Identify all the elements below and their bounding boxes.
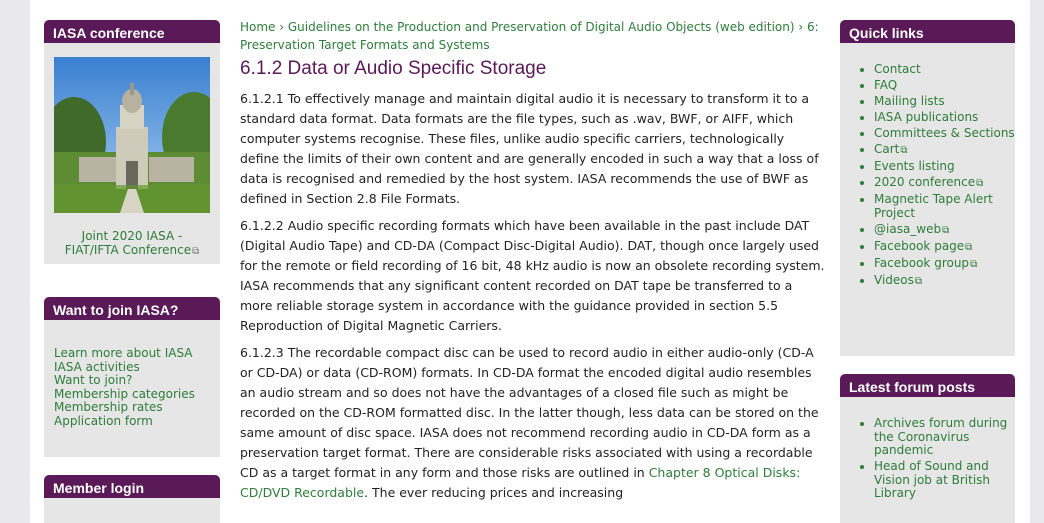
paragraph-tail: . The ever reducing prices and increasin… — [364, 485, 624, 500]
forum-block: Latest forum posts Archives forum during… — [840, 374, 1015, 523]
conference-block: IASA conference Joint 2020 IASA - FIAT/I… — [44, 20, 220, 264]
join-link-activities[interactable]: IASA activities — [54, 360, 210, 375]
external-link-icon: ⧉ — [192, 246, 200, 257]
quick-link-label[interactable]: Facebook page — [874, 239, 964, 253]
breadcrumb-line1[interactable]: Home › Guidelines on the Production and … — [240, 18, 825, 36]
building-photo-icon — [54, 57, 210, 213]
conference-photo[interactable] — [54, 57, 210, 213]
quick-link-item[interactable]: IASA publications — [874, 110, 1015, 125]
forum-post-item[interactable]: Archives forum during the Coronavirus pa… — [874, 416, 1015, 458]
join-link-want[interactable]: Want to join? — [54, 373, 210, 388]
quick-link-item[interactable]: Facebook group⧉ — [874, 256, 1015, 272]
quick-link-label[interactable]: Committees & Sections — [874, 126, 1015, 140]
quick-link-label[interactable]: Events listing — [874, 159, 955, 173]
join-links: Learn more about IASA IASA activities Wa… — [44, 320, 220, 428]
forum-post-link[interactable]: Head of Sound and Vision job at British … — [874, 459, 990, 500]
external-link-icon: ⧉ — [942, 224, 950, 236]
quick-link-label[interactable]: Facebook group — [874, 256, 969, 270]
external-link-icon: ⧉ — [976, 178, 984, 189]
quick-link-item[interactable]: Magnetic Tape Alert Project — [874, 192, 1015, 220]
login-block: Member login — [44, 475, 220, 523]
join-link-rates[interactable]: Membership rates — [54, 400, 210, 415]
quick-link-item[interactable]: Events listing — [874, 159, 1015, 174]
quick-links-block: Quick links Contact FAQ Mailing lists IASA … — [840, 20, 1015, 356]
quick-link-label[interactable]: Cart — [874, 142, 899, 156]
login-block-title: Member login — [44, 475, 220, 498]
main-content: Home › Guidelines on the Production and … — [240, 0, 825, 510]
breadcrumb-line2[interactable]: Preservation Target Formats and Systems — [240, 36, 825, 54]
quick-link-label[interactable]: Magnetic Tape Alert Project — [874, 192, 993, 220]
quick-link-item[interactable]: Mailing lists — [874, 94, 1015, 109]
conference-caption[interactable]: Joint 2020 IASA - FIAT/IFTA Conference⧉ — [44, 229, 220, 259]
paragraph-text: 6.1.2.3 The recordable compact disc can … — [240, 345, 819, 480]
forum-post-item[interactable]: Head of Sound and Vision job at British … — [874, 459, 1015, 501]
join-block: Want to join IASA? Learn more about IASA… — [44, 297, 220, 457]
join-block-title: Want to join IASA? — [44, 297, 220, 320]
paragraph-6-1-2-1: 6.1.2.1 To effectively manage and mainta… — [240, 91, 819, 206]
forum-post-link[interactable]: Archives forum during the Coronavirus pa… — [874, 416, 1007, 457]
caption-line2[interactable]: FIAT/IFTA Conference — [65, 243, 191, 257]
quick-link-label[interactable]: IASA publications — [874, 110, 978, 124]
quick-link-label[interactable]: @iasa_web — [874, 222, 941, 236]
quick-link-label[interactable]: Mailing lists — [874, 94, 945, 108]
page-title: 6.1.2 Data or Audio Specific Storage — [240, 58, 547, 79]
forum-block-title: Latest forum posts — [840, 374, 1015, 397]
quick-link-item[interactable]: Videos⧉ — [874, 273, 1015, 289]
join-link-categories[interactable]: Membership categories — [54, 387, 210, 402]
quick-link-label[interactable]: FAQ — [874, 78, 897, 92]
quick-link-item[interactable]: Facebook page⧉ — [874, 239, 1015, 255]
conference-block-title: IASA conference — [44, 20, 220, 43]
quick-link-item[interactable]: 2020 conference⧉ — [874, 175, 1015, 191]
external-link-icon: ⧉ — [970, 258, 978, 270]
forum-posts-list: Archives forum during the Coronavirus pa… — [840, 397, 1015, 501]
page: IASA conference Joint 2020 IASA - FIAT/I… — [30, 0, 1030, 523]
external-link-icon: ⧉ — [900, 145, 908, 156]
quick-link-item[interactable]: @iasa_web⧉ — [874, 222, 1015, 238]
quick-links-list: Contact FAQ Mailing lists IASA publications… — [840, 43, 1015, 288]
quick-link-item[interactable]: FAQ — [874, 78, 1015, 93]
quick-links-title: Quick links — [840, 20, 1015, 43]
quick-link-item[interactable]: Contact — [874, 62, 1015, 77]
breadcrumb: Home › Guidelines on the Production and … — [240, 18, 825, 54]
caption-line1[interactable]: Joint 2020 IASA - — [44, 229, 220, 243]
external-link-icon: ⧉ — [914, 275, 923, 287]
quick-link-item[interactable]: Cart⧉ — [874, 142, 1015, 158]
join-link-application[interactable]: Application form — [54, 414, 210, 429]
paragraph-6-1-2-2: 6.1.2.2 Audio specific recording formats… — [240, 218, 825, 333]
join-link-learn[interactable]: Learn more about IASA — [54, 346, 210, 361]
quick-link-label[interactable]: Videos — [874, 273, 914, 287]
quick-link-item[interactable]: Committees & Sections — [874, 126, 1015, 141]
external-link-icon: ⧉ — [965, 241, 973, 253]
quick-link-label[interactable]: Contact — [874, 62, 921, 76]
paragraph-6-1-2-3: 6.1.2.3 The recordable compact disc can … — [240, 343, 825, 503]
quick-link-label[interactable]: 2020 conference — [874, 175, 975, 189]
